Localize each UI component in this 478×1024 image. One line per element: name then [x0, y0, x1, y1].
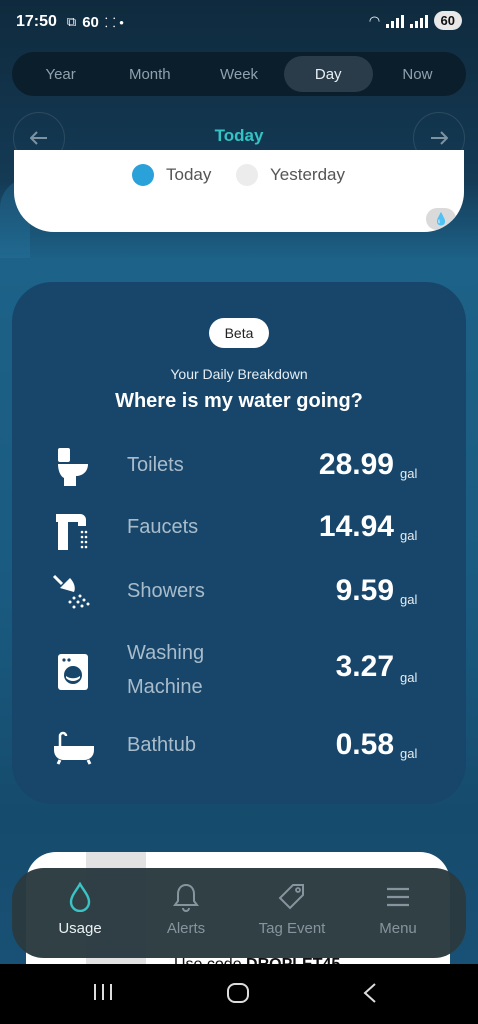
- period-year[interactable]: Year: [16, 56, 105, 92]
- tab-alerts[interactable]: Alerts: [133, 868, 239, 958]
- breakdown-label: Showers: [127, 580, 205, 602]
- breakdown-subtitle: Your Daily Breakdown: [170, 366, 308, 382]
- period-month[interactable]: Month: [105, 56, 194, 92]
- daily-breakdown-card: Beta Your Daily Breakdown Where is my wa…: [12, 282, 466, 804]
- radio-today[interactable]: [132, 164, 154, 186]
- breakdown-unit: gal: [400, 466, 418, 481]
- notification-icon: ⸬ •: [104, 15, 124, 30]
- bathtub-icon: [54, 731, 94, 765]
- back-icon[interactable]: [362, 982, 378, 1004]
- breakdown-label: Faucets: [127, 516, 199, 538]
- system-navigation-bar: [0, 964, 478, 1024]
- status-indicator: 60: [82, 13, 99, 31]
- status-bar: 17:50 ⧉ 60 ⸬ • ◠ 60: [0, 0, 478, 44]
- screen-record-icon: ⧉: [66, 14, 77, 29]
- option-yesterday-label: Yesterday: [270, 165, 345, 184]
- arrow-right-icon: [431, 131, 448, 145]
- current-date-label: Today: [214, 126, 264, 145]
- menu-icon: [387, 887, 409, 907]
- breakdown-unit: gal: [400, 746, 418, 761]
- tab-menu-label: Menu: [379, 920, 417, 937]
- period-now[interactable]: Now: [373, 56, 462, 92]
- option-today-label: Today: [166, 165, 212, 184]
- bell-icon: [173, 883, 199, 912]
- breakdown-unit: gal: [400, 592, 418, 607]
- radio-yesterday[interactable]: [236, 164, 258, 186]
- tab-tag-event[interactable]: Tag Event: [239, 868, 345, 958]
- status-right: ◠ 60: [370, 11, 462, 30]
- status-time: 17:50: [16, 13, 57, 30]
- toilet-icon: [58, 448, 88, 486]
- tab-menu[interactable]: Menu: [345, 868, 451, 958]
- signal-icon-2: [409, 14, 428, 28]
- period-day[interactable]: Day: [283, 56, 373, 92]
- bottom-tab-bar: Usage Alerts Tag Event Menu: [12, 868, 466, 958]
- breakdown-label: Washing Machine: [127, 642, 205, 698]
- tab-usage[interactable]: Usage: [27, 868, 133, 958]
- breakdown-unit: gal: [400, 528, 418, 543]
- option-yesterday[interactable]: Yesterday: [236, 164, 345, 186]
- period-week[interactable]: Week: [194, 56, 283, 92]
- washing-machine-icon: [58, 654, 88, 690]
- breakdown-value: 14.94: [318, 510, 394, 543]
- signal-icon: [385, 14, 404, 28]
- tab-tag-event-label: Tag Event: [258, 920, 326, 937]
- day-toggle-card: Today Yesterday 💧: [14, 150, 464, 232]
- tab-usage-label: Usage: [58, 920, 102, 937]
- breakdown-row-showers: Showers 9.59 gal: [12, 572, 466, 612]
- breakdown-row-washing-machine: Washing Machine 3.27 gal: [12, 642, 466, 698]
- breakdown-row-faucets: Faucets 14.94 gal: [12, 508, 466, 550]
- breakdown-unit: gal: [400, 670, 418, 685]
- breakdown-value: 28.99: [318, 448, 394, 481]
- tag-icon: [278, 884, 304, 910]
- period-selector: Year Month Week Day Now: [12, 52, 466, 96]
- breakdown-value: 0.58: [335, 728, 394, 761]
- wifi-icon: ◠: [369, 12, 380, 28]
- breakdown-value: 9.59: [335, 574, 394, 607]
- shower-icon: [52, 574, 90, 609]
- battery-indicator: 60: [433, 11, 462, 30]
- breakdown-value: 3.27: [335, 650, 394, 683]
- breakdown-label: Toilets: [127, 454, 184, 476]
- drop-icon: [69, 882, 91, 912]
- breakdown-title: Where is my water going?: [115, 390, 363, 412]
- option-today[interactable]: Today: [132, 164, 211, 186]
- breakdown-row-toilets: Toilets 28.99 gal: [12, 446, 466, 486]
- drop-chip-icon[interactable]: 💧: [426, 208, 456, 230]
- breakdown-label: Bathtub: [127, 734, 196, 756]
- beta-badge: Beta: [209, 318, 269, 348]
- faucet-icon: [56, 514, 88, 550]
- recent-apps-icon[interactable]: [92, 982, 114, 1002]
- tab-alerts-label: Alerts: [166, 920, 206, 937]
- home-icon[interactable]: [226, 982, 250, 1004]
- breakdown-row-bathtub: Bathtub 0.58 gal: [12, 726, 466, 766]
